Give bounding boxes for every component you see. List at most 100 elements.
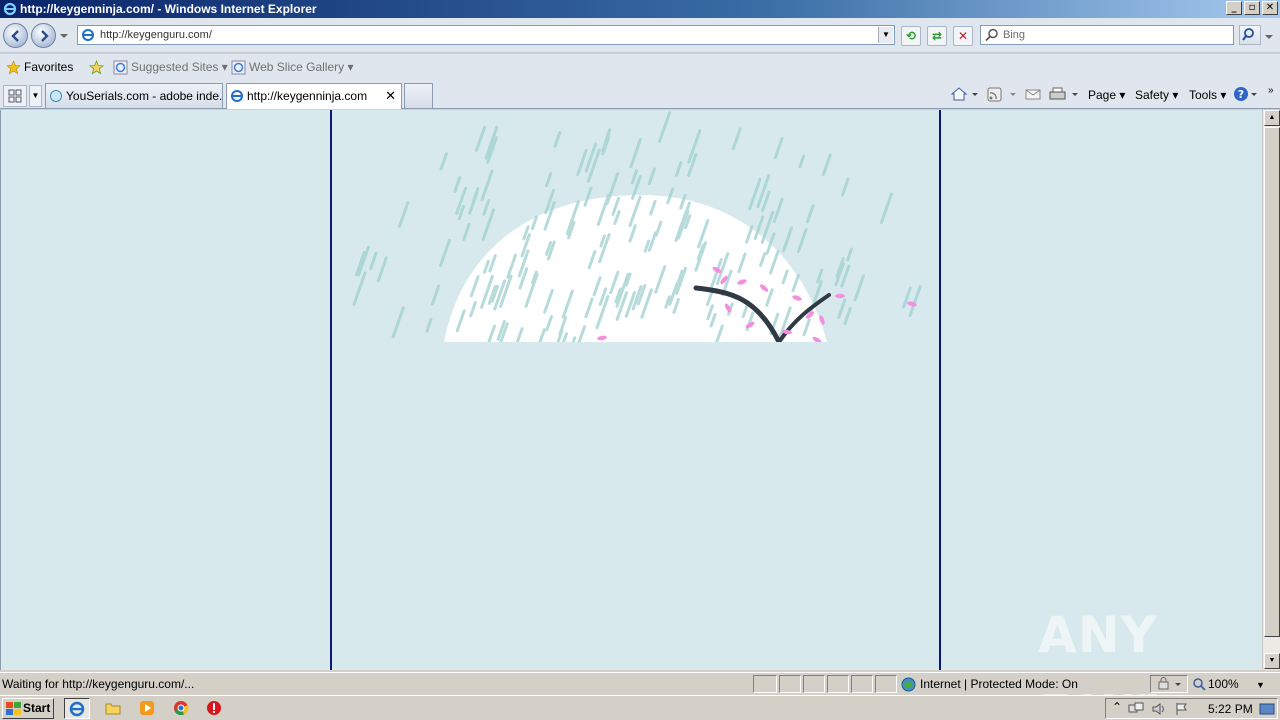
rain-streak [468,191,479,215]
rain-streak [475,125,487,152]
vertical-scrollbar[interactable]: ▲ ▼ [1262,110,1280,670]
address-bar[interactable]: http://keygenguru.com/ ▼ [77,25,895,45]
security-zone[interactable]: Internet | Protected Mode: On [901,677,1078,692]
home-button[interactable] [950,86,978,107]
media-player-icon [140,701,154,715]
svg-text:?: ? [1238,88,1244,101]
web-slice-gallery-link[interactable]: Web Slice Gallery ▾ [229,59,354,77]
rain-streak [798,154,806,169]
quick-tabs-grid-icon [8,89,22,103]
windows-taskbar: Start ⌃ 5:22 PM [0,695,1280,720]
window-controls: _ ▫ ✕ [1226,1,1278,15]
safety-menu[interactable]: Safety ▾ [1135,86,1178,104]
page-menu-label: Page [1088,88,1117,102]
page-favicon-icon [82,29,94,41]
zoom-level[interactable]: 100% ▼ [1192,677,1265,691]
page-center-column [330,110,941,670]
bing-search-icon [985,28,998,42]
taskbar-media-player[interactable] [134,698,160,719]
scroll-thumb[interactable] [1264,127,1280,637]
security-zone-label: Internet | Protected Mode: On [920,677,1078,691]
window-title-bar: http://keygenninja.com/ - Windows Intern… [0,0,1280,18]
loading-globe-icon [50,90,62,102]
tab-label: YouSerials.com - adobe inde... [66,89,223,103]
close-window-button[interactable]: ✕ [1262,1,1278,15]
status-text: Waiting for http://keygenguru.com/... [2,677,195,691]
web-slice-gallery-label: Web Slice Gallery [249,60,345,74]
lock-settings-icon [1158,677,1181,690]
rain-streak [731,127,742,151]
rain-streak [658,111,672,143]
rain-streak [462,222,471,241]
forward-arrow-icon [41,30,49,42]
chrome-icon [174,701,189,716]
start-button[interactable]: Start [2,698,54,719]
rain-streak [773,137,784,160]
tab-label: http://keygenninja.com [247,89,368,103]
suggested-sites-link[interactable]: Suggested Sites ▾ [111,59,228,77]
search-box[interactable]: Bing [980,25,1234,45]
feeds-button[interactable] [986,86,1018,107]
printer-icon [1049,87,1078,100]
taskbar-stop-app[interactable] [201,698,227,719]
tab-list-dropdown[interactable]: ▼ [29,85,42,107]
rain-streak [846,247,853,262]
search-options-dropdown-icon[interactable] [1265,33,1273,41]
back-arrow-icon [11,30,19,42]
web-page-viewport [0,110,1262,670]
add-to-favorites-bar-button[interactable] [87,59,109,77]
help-icon: ? [1234,87,1257,101]
address-dropdown-button[interactable]: ▼ [878,27,893,43]
rain-streak [430,284,441,306]
rain-streak [843,306,852,326]
taskbar-internet-explorer[interactable] [64,698,90,719]
network-icon[interactable] [1128,702,1144,716]
taskbar-explorer[interactable] [100,698,126,719]
ie-logo-icon [3,2,17,16]
page-menu[interactable]: Page ▾ [1088,86,1125,104]
compatibility-view-button[interactable]: ⟲ [901,26,921,46]
tab-keygenninja[interactable]: http://keygenninja.com ✕ [226,83,402,109]
help-button[interactable]: ? [1233,86,1259,107]
forward-button[interactable] [31,23,56,48]
quick-tabs-button[interactable] [3,85,27,107]
status-panel [753,675,777,693]
red-stop-icon [207,701,221,715]
status-panel [803,675,825,693]
search-go-button[interactable] [1239,25,1261,45]
scroll-up-arrow-icon[interactable]: ▲ [1264,110,1280,126]
status-panel [875,675,897,693]
folder-icon [105,703,121,715]
rain-streak [806,204,815,224]
status-panel [827,675,849,693]
tools-menu-label: Tools [1189,88,1218,102]
protected-mode-toggle[interactable] [1150,675,1188,693]
tools-menu[interactable]: Tools ▾ [1189,86,1226,104]
back-button[interactable] [3,23,28,48]
rain-streak [425,317,433,333]
rain-streak [480,169,494,202]
zoom-value: 100% [1208,677,1239,691]
window-title: http://keygenninja.com/ - Windows Intern… [20,2,317,16]
history-dropdown-icon[interactable] [60,32,68,40]
volume-icon[interactable] [1151,702,1167,716]
new-tab-button[interactable] [404,83,433,108]
show-hidden-icons-icon[interactable]: ⌃ [1112,700,1122,714]
tab-youserials[interactable]: YouSerials.com - adobe inde... [45,83,223,108]
zoom-dropdown-icon[interactable]: ▼ [1256,680,1265,690]
refresh-button[interactable]: ⇄ [927,26,947,46]
rain-streak [439,238,451,268]
print-button[interactable] [1048,86,1080,107]
action-center-flag-icon[interactable] [1174,702,1190,716]
more-commands-chevron-icon[interactable]: » [1268,82,1274,100]
rain-streak [391,306,405,339]
safety-menu-label: Safety [1135,88,1170,102]
favorites-button[interactable]: Favorites [4,59,73,77]
show-desktop-icon[interactable] [1259,702,1275,716]
stop-button[interactable]: ✕ [953,26,973,46]
restore-button[interactable]: ▫ [1244,1,1260,15]
taskbar-chrome[interactable] [168,698,194,719]
minimize-button[interactable]: _ [1226,1,1242,15]
close-tab-icon[interactable]: ✕ [385,84,396,108]
read-mail-button[interactable] [1024,86,1042,107]
